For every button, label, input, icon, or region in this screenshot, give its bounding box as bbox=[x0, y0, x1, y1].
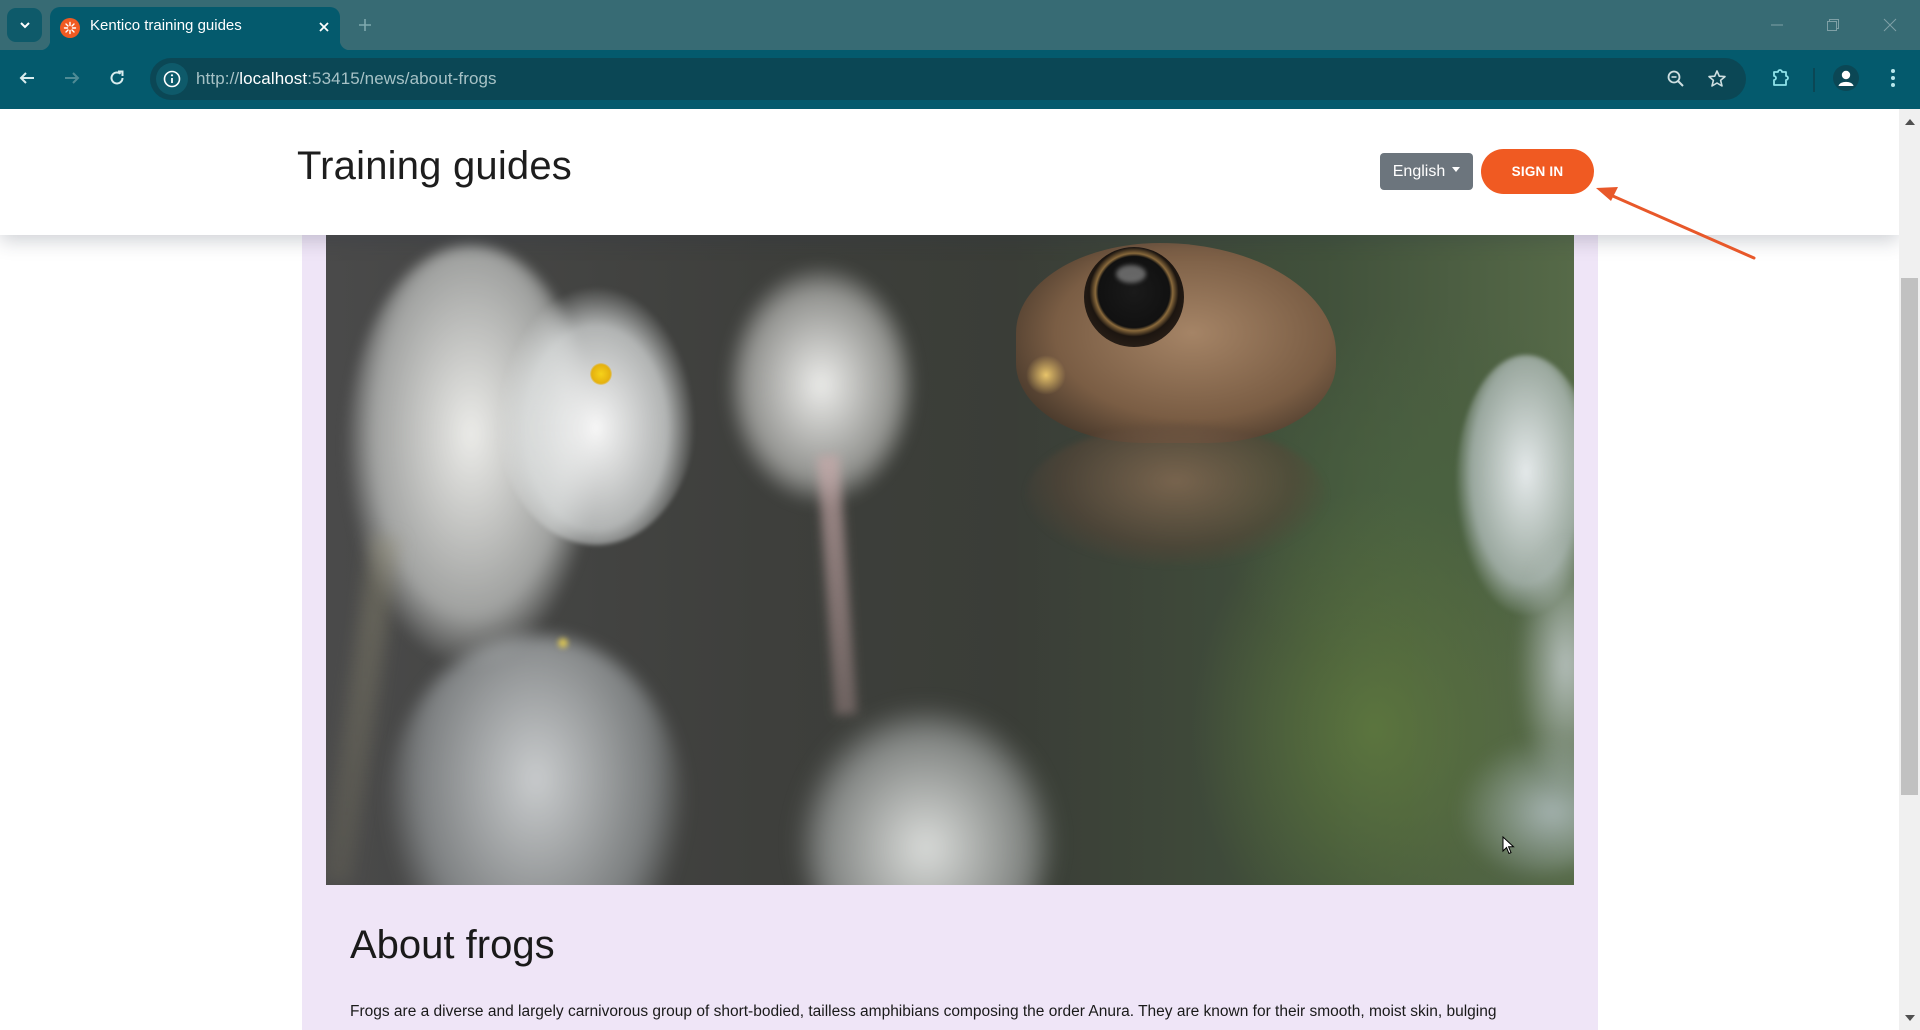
close-icon bbox=[319, 22, 329, 32]
close-icon bbox=[1883, 18, 1897, 32]
menu-button[interactable] bbox=[1875, 60, 1911, 96]
browser-tab-active[interactable]: Kentico training guides bbox=[40, 7, 350, 50]
address-bar[interactable]: http://localhost:53415/news/about-frogs bbox=[150, 58, 1746, 100]
blurred-flower-foreground bbox=[796, 705, 1056, 885]
more-vert-icon bbox=[1891, 69, 1895, 87]
scroll-down-button[interactable] bbox=[1899, 1009, 1920, 1026]
flower-reflection bbox=[386, 635, 686, 885]
arrow-right-icon bbox=[65, 72, 80, 84]
site-info-button[interactable] bbox=[156, 63, 188, 95]
frog-reflection bbox=[1026, 425, 1326, 565]
site-title[interactable]: Training guides bbox=[297, 144, 572, 189]
url-scheme: http:// bbox=[196, 69, 240, 88]
kentico-logo-icon bbox=[60, 18, 80, 38]
zoom-out-icon bbox=[1667, 70, 1684, 87]
article-card: About frogs Frogs are a diverse and larg… bbox=[302, 109, 1598, 1030]
toolbar-separator bbox=[1813, 68, 1815, 92]
arrow-left-icon bbox=[19, 72, 34, 84]
url-text[interactable]: http://localhost:53415/news/about-frogs bbox=[196, 69, 497, 89]
forward-button[interactable] bbox=[54, 60, 90, 96]
minimize-icon bbox=[1771, 24, 1783, 26]
hero-image bbox=[326, 235, 1574, 885]
article-title: About frogs bbox=[350, 923, 555, 967]
bookmark-button[interactable] bbox=[1702, 64, 1732, 94]
minimize-button[interactable] bbox=[1757, 10, 1797, 40]
scrollbar-thumb[interactable] bbox=[1901, 278, 1918, 795]
sign-in-button[interactable]: SIGN IN bbox=[1481, 149, 1594, 194]
caret-down-icon bbox=[1452, 166, 1461, 172]
extensions-button[interactable] bbox=[1763, 60, 1799, 96]
info-icon bbox=[163, 70, 181, 88]
frog-eye bbox=[1084, 247, 1184, 347]
restore-button[interactable] bbox=[1813, 10, 1853, 40]
scroll-up-button[interactable] bbox=[1899, 113, 1920, 130]
article-paragraph: Frogs are a diverse and largely carnivor… bbox=[350, 1003, 1497, 1020]
reload-button[interactable] bbox=[99, 60, 135, 96]
browser-titlebar: Kentico training guides bbox=[0, 0, 1920, 50]
url-host: localhost bbox=[239, 69, 308, 88]
browser-toolbar: http://localhost:53415/news/about-frogs bbox=[0, 50, 1920, 109]
tab-close-button[interactable] bbox=[312, 15, 336, 39]
zoom-button[interactable] bbox=[1661, 64, 1691, 94]
page-viewport: Training guides English SIGN IN About fr… bbox=[0, 109, 1899, 1030]
back-button[interactable] bbox=[9, 60, 45, 96]
mouse-cursor-icon bbox=[1502, 836, 1515, 855]
tab-search-button[interactable] bbox=[7, 8, 42, 42]
extensions-icon bbox=[1773, 69, 1789, 86]
star-icon bbox=[1708, 70, 1726, 87]
profile-button[interactable] bbox=[1828, 60, 1864, 96]
restore-icon bbox=[1827, 19, 1839, 31]
flower-center-reflection bbox=[556, 635, 570, 651]
window-close-button[interactable] bbox=[1870, 10, 1910, 40]
frog-spot bbox=[1026, 355, 1066, 395]
tab-title: Kentico training guides bbox=[90, 17, 242, 34]
plus-icon bbox=[359, 19, 371, 31]
eye-highlight bbox=[1116, 265, 1146, 283]
white-flower bbox=[496, 285, 696, 545]
chevron-down-icon bbox=[19, 22, 30, 29]
reload-icon bbox=[110, 70, 124, 85]
url-path: :53415/news/about-frogs bbox=[307, 69, 497, 88]
page-scrollbar[interactable] bbox=[1899, 109, 1920, 1030]
language-selected: English bbox=[1392, 162, 1446, 180]
flower-center bbox=[590, 363, 612, 385]
new-tab-button[interactable] bbox=[352, 12, 378, 38]
language-dropdown[interactable]: English bbox=[1380, 153, 1473, 190]
profile-icon bbox=[1833, 65, 1859, 91]
site-header: Training guides English SIGN IN bbox=[0, 109, 1899, 235]
triangle-up-icon bbox=[1904, 118, 1915, 125]
triangle-down-icon bbox=[1904, 1014, 1915, 1021]
